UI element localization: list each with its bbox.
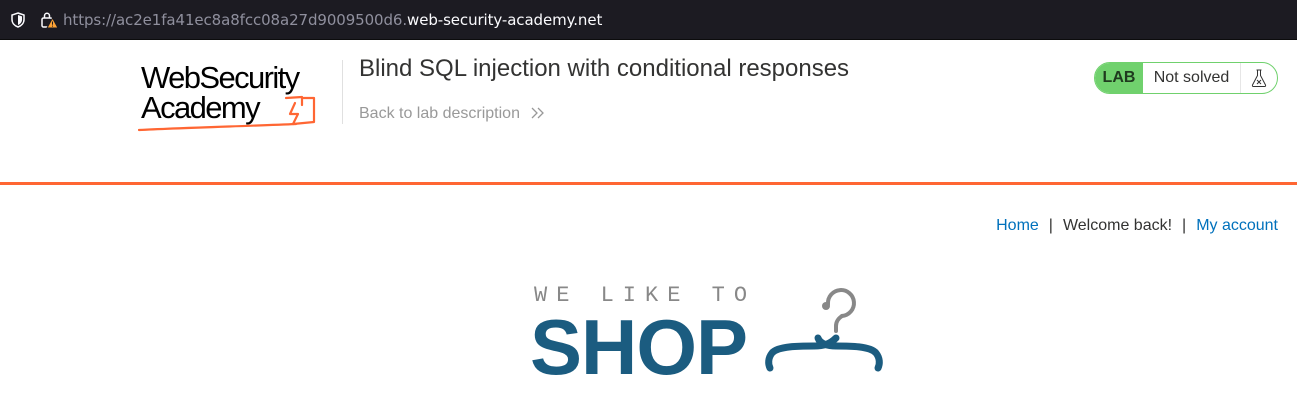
nav-home-link[interactable]: Home (996, 217, 1039, 234)
header-divider (342, 60, 343, 124)
back-to-lab-description-link[interactable]: Back to lab description (359, 104, 546, 124)
welcome-back-message: Welcome back! (1062, 217, 1173, 234)
header-orange-rule (0, 182, 1297, 185)
browser-url-bar[interactable]: https://ac2e1fa41ec8a8fcc08a27d9009500d6… (0, 0, 1297, 40)
hanger-icon (765, 288, 883, 372)
top-navigation: Home | Welcome back! | My account (996, 216, 1278, 236)
lab-header: WebSecurity Academy Blind SQL injection … (0, 40, 1297, 182)
lab-status-text: Not solved (1143, 63, 1241, 93)
nav-separator: | (1182, 217, 1187, 234)
nav-separator: | (1048, 217, 1053, 234)
double-chevron-right-icon (531, 107, 545, 119)
nav-my-account-link[interactable]: My account (1196, 217, 1278, 234)
url-text[interactable]: https://ac2e1fa41ec8a8fcc08a27d9009500d6… (63, 10, 602, 30)
logo-line2: Academy (141, 90, 261, 125)
lab-status-widget: LAB Not solved (1094, 62, 1278, 94)
flask-icon (1251, 69, 1267, 87)
lock-warning-icon[interactable] (40, 11, 58, 29)
lab-title: Blind SQL injection with conditional res… (359, 55, 850, 82)
lab-tag: LAB (1095, 63, 1143, 93)
web-security-academy-logo[interactable]: WebSecurity Academy (138, 58, 343, 138)
shop-logo: WE LIKE TO SHOP (530, 284, 890, 391)
url-prefix: https://ac2e1fa41ec8a8fcc08a27d9009500d6… (63, 11, 408, 29)
url-host: web-security-academy.net (407, 11, 603, 29)
shop-wordmark: SHOP (530, 303, 748, 391)
shield-icon[interactable] (11, 12, 25, 28)
back-link-label: Back to lab description (359, 105, 520, 122)
flask-button[interactable] (1241, 63, 1277, 93)
